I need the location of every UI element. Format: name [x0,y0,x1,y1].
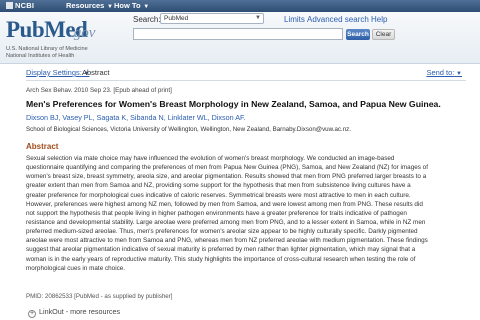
ncbi-logo-icon [6,2,13,9]
nlm-label: U.S. National Library of Medicine [6,46,88,52]
abstract-line: resistance and developmental stability. … [26,218,426,226]
search-input[interactable] [133,28,343,40]
abstract-line: questionnaire quantifying and comparing … [26,164,428,172]
chevron-down-icon: ▼ [141,4,150,10]
ncbi-logo[interactable]: NCBI [6,1,34,10]
abstract-line: women's breast size, breast symmetry, ar… [26,173,427,181]
abstract-text: Sexual selection via mate choice may hav… [26,154,472,273]
search-button[interactable]: Search [346,29,370,40]
pmid-line: PMID: 20862533 [PubMed - as supplied by … [26,293,173,300]
citation-meta[interactable]: Arch Sex Behav. 2010 Sep 23. [Epub ahead… [26,87,172,94]
abstract-line: areolae were most attractive to men from… [26,237,428,245]
abstract-heading: Abstract [26,142,59,151]
abstract-line: woman is in the early years of reproduct… [26,255,416,263]
display-bar: Display Settings: ▼ Abstract Send to: ▼ [0,66,480,78]
nih-label: National Institutes of Health [6,53,75,59]
ncbi-top-bar: NCBI Resources ▼ How To ▼ [0,0,480,12]
abstract-line: Sexual selection via mate choice may hav… [26,155,395,162]
divider [26,80,466,81]
how-to-menu[interactable]: How To ▼ [114,1,149,10]
resources-menu[interactable]: Resources ▼ [66,1,113,10]
chevron-down-icon: ▼ [105,4,113,10]
clear-button[interactable]: Clear [372,29,395,40]
abstract-line: greater preference for morphological cue… [26,191,411,199]
pubmed-logo[interactable]: PubMed .gov U.S. National Library of Med… [6,17,124,63]
help-link[interactable]: Help [371,15,387,24]
expand-plus-icon: + [28,310,36,318]
linkout-toggle[interactable]: + LinkOut - more resources [28,307,120,318]
affiliation: School of Biological Sciences, Victoria … [26,126,351,133]
search-label: Search: [133,15,161,24]
abstract-line: greater extent than men from Samoa and N… [26,182,411,190]
abstract-line: morphological cues in mate choice. [26,264,126,272]
send-to-link[interactable]: Send to: ▼ [426,68,462,77]
database-select[interactable]: PubMed ▼ [160,13,264,24]
abstract-line: However, preferences were highest among … [26,200,423,208]
limits-link[interactable]: Limits [284,15,305,24]
abstract-line: suggest that areolar pigmentation indica… [26,246,416,254]
display-format: Abstract [82,68,110,77]
display-settings-link[interactable]: Display Settings: ▼ [26,68,89,77]
chevron-down-icon: ▼ [255,15,261,21]
abstract-line: not support the hypothesis that people l… [26,209,407,217]
abstract-line: preferred medium-sized areolae. Thus, me… [26,228,418,236]
advanced-search-link[interactable]: Advanced search [307,15,369,24]
article-title: Men's Preferences for Women's Breast Mor… [26,99,441,109]
author-list[interactable]: Dixson BJ, Vasey PL, Sagata K, Sibanda N… [26,113,246,122]
chevron-down-icon: ▼ [454,71,462,77]
